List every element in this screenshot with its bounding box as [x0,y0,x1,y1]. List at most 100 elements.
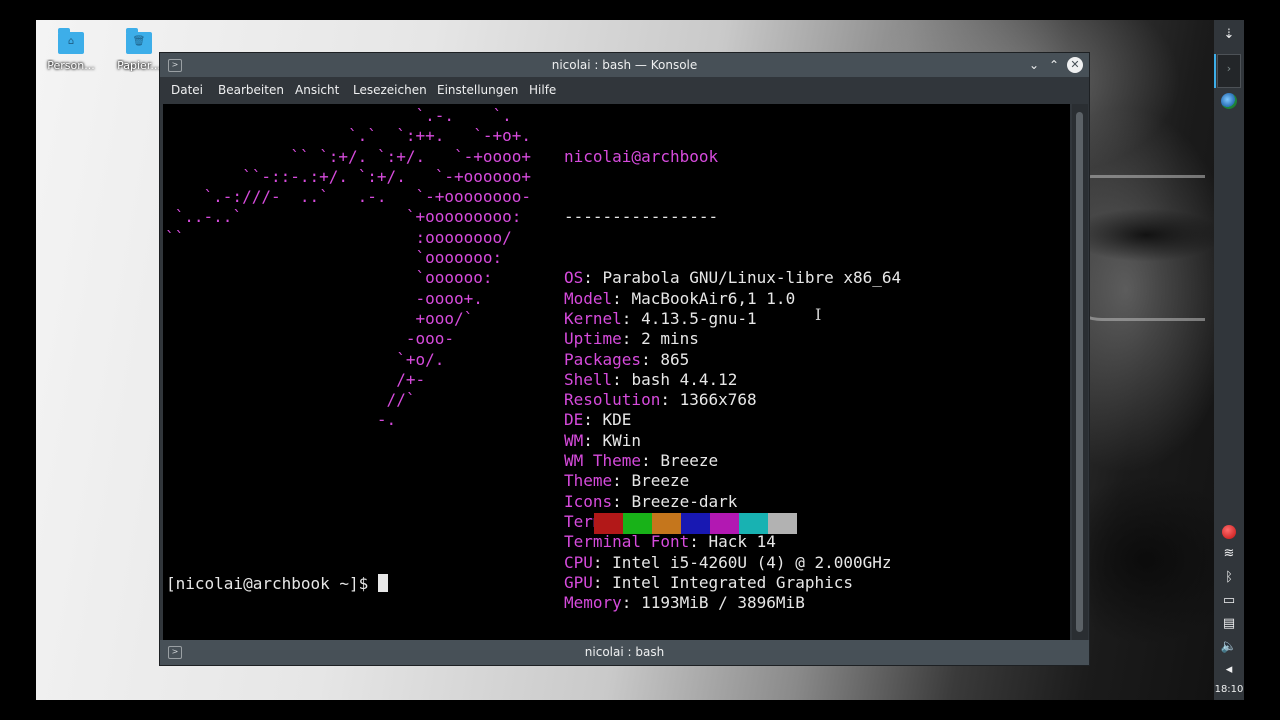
info-colon: : [583,268,603,288]
info-row: Shell: bash 4.4.12 [564,370,901,390]
scrollbar-thumb[interactable] [1076,112,1083,632]
info-colon: : [621,593,642,613]
user-host: nicolai@archbook [564,146,719,166]
menu-bearbeiten[interactable]: Bearbeiten [218,77,284,104]
info-colon: : [583,430,603,450]
info-row: Model: MacBookAir6,1 1.0 [564,289,901,309]
info-lines: OS: Parabola GNU/Linux-libre x86_64 Model… [564,268,901,613]
info-row: Terminal Font: Hack 14 [564,532,901,552]
info-key: WM Theme [564,451,642,471]
wifi-icon[interactable]: ≋ [1214,545,1244,563]
info-colon: : [592,572,613,592]
record-icon[interactable] [1222,525,1236,539]
volume-icon[interactable]: 🔈 [1214,638,1244,656]
info-value: Breeze [660,451,719,471]
logo-line: `oooooo: [165,268,493,288]
logo-line: `+o/. [165,349,445,369]
info-colon: : [583,410,603,430]
color-swatch [652,513,681,534]
maximize-button[interactable]: ⌃ [1045,56,1063,74]
info-colon: : [612,471,632,491]
info-colon: : [612,369,632,389]
title-bar[interactable]: > nicolai : bash — Konsole ⌄ ⌃ ✕ [160,53,1089,77]
info-row: DE: KDE [564,410,901,430]
color-palette [594,513,797,534]
info-row: Memory: 1193MiB / 3896MiB [564,593,901,613]
logo-line: `.-:///- ..` .-. `-+oooooooo- [165,187,532,207]
info-key: Icons [564,491,613,511]
logo-line: //` [165,390,416,410]
info-key: DE [564,410,584,430]
info-colon: : [612,288,632,308]
tab-title[interactable]: nicolai : bash [160,640,1089,665]
logo-line: +ooo/` [165,308,474,328]
info-row: OS: Parabola GNU/Linux-libre x86_64 [564,268,901,288]
info-key: Uptime [564,329,622,349]
terminal-scrollbar[interactable] [1072,104,1088,640]
menu-lesezeichen[interactable]: Lesezeichen [353,77,427,104]
clock[interactable]: 18:10 [1214,684,1244,695]
expand-icon[interactable]: ◂ [1214,661,1244,679]
color-swatch [623,513,652,534]
pager-active-indicator [1214,54,1216,88]
logo-line: `ooooooo: [165,248,503,268]
info-colon: : [641,349,661,369]
menu-ansicht[interactable]: Ansicht [295,77,339,104]
close-button[interactable]: ✕ [1067,57,1083,73]
info-row: WM: KWin [564,431,901,451]
mouse-ibeam-icon: I [815,305,822,324]
info-colon: : [689,532,709,552]
info-value: 4.13.5-gnu-1 [641,308,757,328]
info-value: MacBookAir6,1 1.0 [631,288,796,308]
desktop-icon-label: Person... [47,59,95,72]
terminal-view[interactable]: `.-. `. `.` `:++. `-+o+. `` `:+/. `:+/. … [163,104,1070,640]
pin-icon[interactable]: ⇣ [1214,26,1244,44]
info-colon: : [621,329,642,349]
info-key: Model [564,288,613,308]
info-key: Resolution [564,390,661,410]
minimize-button[interactable]: ⌄ [1025,56,1043,74]
desktop-icon-personal[interactable]: ⌂ Person... [41,28,101,72]
clipboard-icon[interactable]: ▤ [1214,615,1244,633]
logo-line: `.-. `. [165,106,512,125]
konsole-window: > nicolai : bash — Konsole ⌄ ⌃ ✕ Datei B… [159,52,1090,666]
info-row: Icons: Breeze-dark [564,492,901,512]
battery-icon[interactable]: ▭ [1214,592,1244,610]
shell-prompt[interactable]: [nicolai@archbook ~]$ [166,574,388,594]
menu-datei[interactable]: Datei [171,77,203,104]
trash-folder-icon: 🗑 [126,28,152,54]
tab-bar: > nicolai : bash [160,640,1089,665]
info-value: Intel Integrated Graphics [612,572,853,592]
bluetooth-icon[interactable]: ᛒ [1214,569,1244,587]
info-value: 2 mins [641,329,699,349]
info-key: Theme [564,471,613,491]
info-key: Memory [564,593,622,613]
info-row: GPU: Intel Integrated Graphics [564,573,901,593]
info-row: CPU: Intel i5-4260U (4) @ 2.000GHz [564,553,901,573]
menu-einstellungen[interactable]: Einstellungen [437,77,518,104]
info-key: Shell [564,369,613,389]
logo-line: -. [165,410,397,430]
logo-line: `.` `:++. `-+o+. [165,126,532,146]
logo-line: ``-::-.:+/. `:+/. `-+oooooo+ [165,166,532,186]
info-value: Breeze-dark [631,491,738,511]
info-key: CPU [564,552,593,572]
ascii-logo: `.-. `. `.` `:++. `-+o+. `` `:+/. `:+/. … [165,106,531,431]
info-colon: : [660,390,680,410]
info-key: Kernel [564,308,622,328]
pager-icon[interactable]: › [1217,54,1241,88]
side-panel: ⇣ › ≋ ᛒ ▭ ▤ 🔈 ◂ 18:10 [1214,20,1244,700]
info-value: 1193MiB / 3896MiB [641,593,805,613]
logo-line: -ooo- [165,329,454,349]
menu-bar: Datei Bearbeiten Ansicht Lesezeichen Ein… [160,77,1089,104]
info-colon: : [621,308,642,328]
prompt-text: [nicolai@archbook ~]$ [166,574,378,593]
logo-line: `..-..` `+ooooooooo: [165,207,522,227]
info-row: Packages: 865 [564,350,901,370]
home-folder-icon: ⌂ [58,28,84,54]
menu-hilfe[interactable]: Hilfe [529,77,556,104]
info-value: KDE [602,410,632,430]
window-title: nicolai : bash — Konsole [551,58,698,72]
browser-icon[interactable] [1221,93,1237,109]
info-row: Uptime: 2 mins [564,329,901,349]
